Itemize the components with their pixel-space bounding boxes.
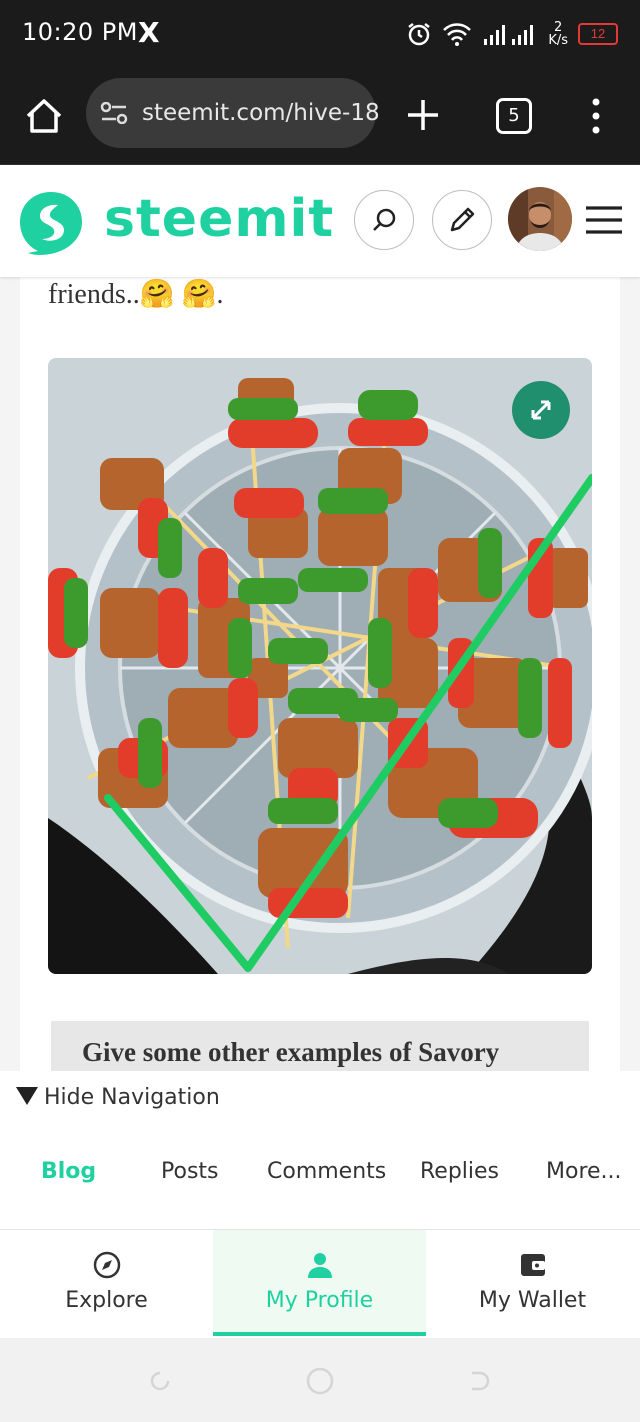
more-vert-icon[interactable] (588, 96, 604, 136)
hide-navigation-label: Hide Navigation (44, 1085, 220, 1110)
status-time: 10:20 PM (22, 18, 138, 46)
write-post-button[interactable] (432, 190, 492, 250)
question-text: Give some other examples of Savory (82, 1037, 500, 1067)
bottom-tab-bar: Explore My Profile My Wallet (0, 1229, 640, 1338)
net-speed-unit: K/s (548, 33, 568, 48)
status-bar: 10:20 PM X 2 K/s 12 (0, 0, 640, 68)
tabs-icon[interactable]: 5 (496, 98, 532, 134)
tune-icon[interactable] (100, 102, 128, 124)
home-icon[interactable] (22, 94, 66, 138)
url-text: steemit.com/hive-18 (142, 100, 380, 126)
hamburger-icon[interactable] (586, 205, 622, 235)
post-paragraph: friends..🤗 🤗. (48, 279, 224, 310)
person-icon (308, 1253, 332, 1278)
expand-image-button[interactable] (512, 381, 570, 439)
profile-navigation: Hide Navigation Blog Posts Comments Repl… (0, 1071, 640, 1229)
avatar[interactable] (508, 187, 572, 251)
post-body: friends..🤗 🤗. Give some other examples o… (20, 277, 620, 1101)
tab-replies[interactable]: Replies (420, 1159, 499, 1184)
x-logo-icon: X (138, 16, 160, 49)
tab-my-wallet[interactable]: My Wallet (426, 1230, 639, 1336)
avatar-photo (508, 187, 572, 251)
tab-explore-label: Explore (65, 1288, 148, 1313)
signal-icon (484, 25, 534, 45)
plus-icon[interactable] (404, 96, 442, 134)
tab-my-wallet-label: My Wallet (478, 1288, 587, 1313)
tab-comments[interactable]: Comments (267, 1159, 386, 1184)
tab-posts[interactable]: Posts (161, 1159, 219, 1184)
post-image[interactable] (48, 358, 592, 974)
expand-icon (531, 400, 551, 420)
url-bar[interactable]: steemit.com/hive-18 (86, 78, 380, 148)
net-speed: 2 K/s (548, 21, 568, 47)
search-icon (373, 208, 396, 231)
compass-icon (93, 1251, 121, 1279)
home-nav-icon[interactable] (305, 1366, 335, 1396)
wifi-icon (443, 23, 472, 46)
tab-explore[interactable]: Explore (0, 1230, 213, 1336)
recents-icon[interactable] (146, 1367, 174, 1395)
site-header: steemit (0, 165, 640, 277)
tab-more[interactable]: More... (546, 1159, 622, 1184)
status-icons: 2 K/s 12 (406, 14, 618, 54)
back-icon[interactable] (466, 1367, 494, 1395)
kebab-photo (48, 358, 592, 974)
system-navigation-bar (0, 1337, 640, 1422)
steemit-logo-icon[interactable] (16, 187, 86, 257)
tab-my-profile-label: My Profile (265, 1288, 374, 1313)
browser-toolbar: steemit.com/hive-18 5 (0, 68, 640, 165)
pencil-icon (450, 207, 475, 232)
wallet-icon (521, 1254, 545, 1276)
tab-my-profile[interactable]: My Profile (213, 1230, 426, 1336)
battery-icon: 12 (578, 23, 618, 45)
tab-blog[interactable]: Blog (41, 1159, 96, 1184)
search-button[interactable] (354, 190, 414, 250)
hide-navigation-toggle[interactable]: Hide Navigation (16, 1085, 220, 1110)
alarm-icon (408, 23, 431, 46)
triangle-down-icon (16, 1087, 38, 1105)
steemit-logo-text[interactable]: steemit (104, 189, 334, 249)
